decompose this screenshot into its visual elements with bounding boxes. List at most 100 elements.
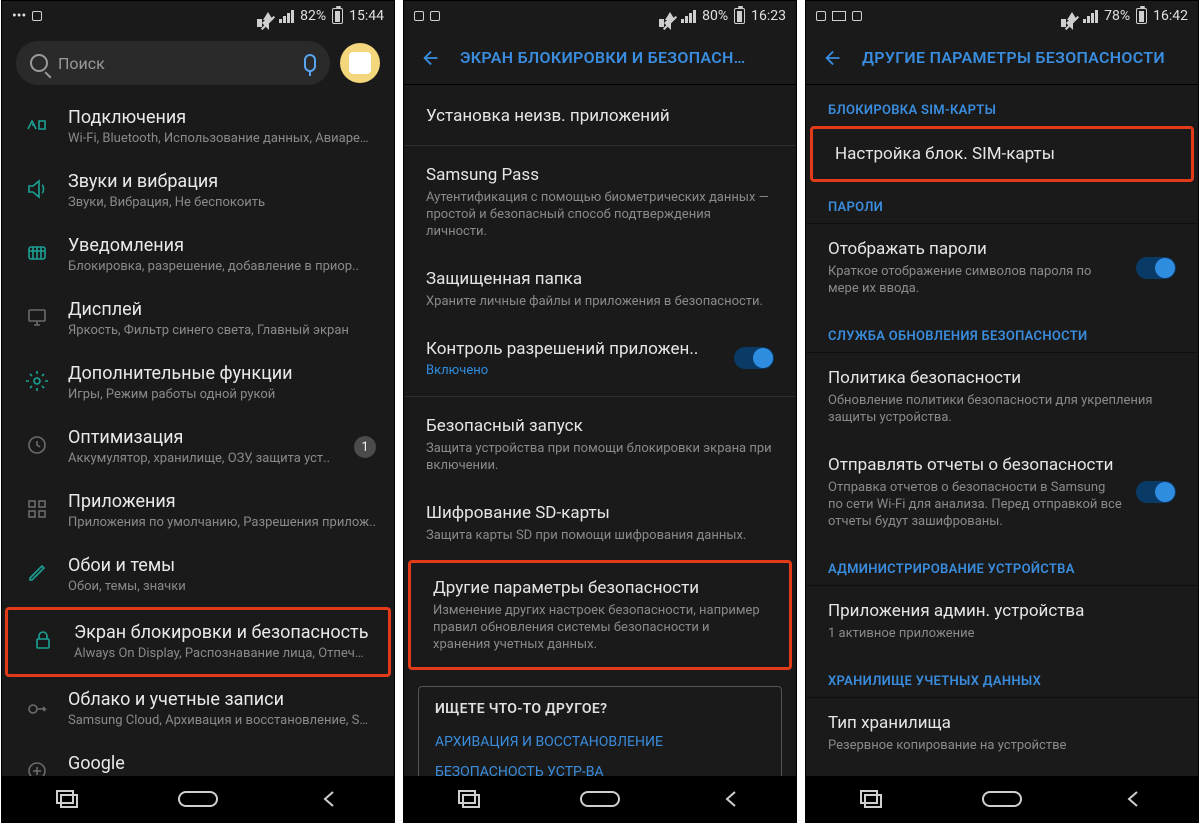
opt-title: Настройка блок. SIM-карты	[835, 143, 1169, 165]
nav-bar	[2, 776, 394, 822]
item-title: Оптимизация	[68, 427, 338, 449]
recents-button[interactable]	[47, 788, 87, 810]
opt-sub: Аутентификация с помощью биометрических …	[426, 189, 774, 240]
clock: 16:42	[1153, 8, 1188, 24]
opt-sub: Храните личные файлы и приложения в безо…	[426, 293, 774, 310]
back-button[interactable]	[711, 788, 751, 810]
divider	[404, 396, 796, 397]
opt-title: Безопасный запуск	[426, 415, 774, 437]
toggle-switch[interactable]	[1136, 257, 1176, 279]
back-button[interactable]	[309, 788, 349, 810]
toggle-switch[interactable]	[1136, 481, 1176, 503]
search-input[interactable]: Поиск	[16, 41, 330, 85]
item-cloud[interactable]: Облако и учетные записиSamsung Cloud, Ар…	[2, 677, 394, 741]
item-connections[interactable]: ПодключенияWi-Fi, Bluetooth, Использован…	[2, 95, 394, 159]
nav-bar	[404, 776, 796, 822]
screenshot-icon	[32, 11, 42, 21]
opt-secure-startup[interactable]: Безопасный запускЗащита устройства при п…	[404, 401, 796, 488]
opt-permission-monitor[interactable]: Контроль разрешений приложен.. Включено	[404, 324, 796, 392]
options-list: БЛОКИРОВКА SIM-КАРТЫ Настройка блок. SIM…	[806, 85, 1198, 776]
recents-button[interactable]	[449, 788, 489, 810]
item-title: Дисплей	[68, 299, 376, 321]
lock-icon	[28, 625, 58, 655]
mail-icon	[832, 11, 846, 21]
opt-admin-apps[interactable]: Приложения админ. устройства1 активное п…	[806, 586, 1198, 656]
back-button[interactable]	[1113, 788, 1153, 810]
search-row: Поиск	[2, 31, 394, 95]
connections-icon	[22, 110, 52, 140]
item-apps[interactable]: ПриложенияПриложения по умолчанию, Разре…	[2, 479, 394, 543]
status-bar: 80% 16:23	[404, 1, 796, 31]
item-maintenance[interactable]: ОптимизацияАккумулятор, хранилище, ОЗУ, …	[2, 415, 394, 479]
recents-button[interactable]	[851, 788, 891, 810]
opt-secure-folder[interactable]: Защищенная папкаХраните личные файлы и п…	[404, 254, 796, 324]
avatar[interactable]	[340, 43, 380, 83]
opt-title: Установка неизв. приложений	[426, 105, 774, 127]
item-title: Google	[68, 753, 376, 775]
battery-pct: 82%	[300, 8, 326, 24]
item-title: Экран блокировки и безопасность	[74, 622, 370, 644]
opt-title: Политика безопасности	[828, 367, 1176, 389]
display-icon	[22, 302, 52, 332]
back-icon[interactable]	[820, 44, 848, 72]
item-sub: Приложения по умолчанию, Разрешения прил…	[68, 515, 376, 531]
clock: 16:23	[751, 8, 786, 24]
signal-bars-icon	[1083, 10, 1098, 23]
back-icon[interactable]	[418, 44, 446, 72]
look-link-backup[interactable]: АРХИВАЦИЯ И ВОССТАНОВЛЕНИЕ	[435, 727, 765, 757]
opt-security-policy[interactable]: Политика безопасности Обновление политики…	[806, 353, 1198, 440]
home-button[interactable]	[178, 788, 218, 810]
opt-sub: Изменение других настроек безопасности, …	[433, 602, 767, 653]
home-button[interactable]	[982, 788, 1022, 810]
item-title: Подключения	[68, 107, 376, 129]
item-sounds[interactable]: Звуки и вибрацияЗвуки, Вибрация, Не бесп…	[2, 159, 394, 223]
opt-other-security[interactable]: Другие параметры безопасности Изменение д…	[411, 563, 789, 667]
item-display[interactable]: Дисплей Яркость, Фильтр синего света, Гла…	[2, 287, 394, 351]
opt-sub: Защита карты SD при помощи шифрования да…	[426, 527, 774, 544]
battery-pct: 80%	[702, 8, 728, 24]
opt-sub: Обновление политики безопасности для укр…	[828, 392, 1176, 426]
opt-sim-lock[interactable]: Настройка блок. SIM-карты	[813, 129, 1191, 179]
opt-samsung-pass[interactable]: Samsung PassАутентификация с помощью био…	[404, 150, 796, 254]
more-icon: •••	[12, 8, 26, 24]
phone-settings-main: ••• 82% 15:44 Поиск ПодключенияWi-Fi, Bl…	[1, 0, 395, 823]
opt-send-reports[interactable]: Отправлять отчеты о безопасности Отправка…	[806, 440, 1198, 544]
item-google[interactable]: GoogleНастройки Google	[2, 741, 394, 776]
item-wallpapers[interactable]: Обои и темыОбои, темы, значки	[2, 543, 394, 607]
page-header: ЭКРАН БЛОКИРОВКИ И БЕЗОПАСНОСТЬ	[404, 31, 796, 85]
opt-state: Включено	[426, 363, 720, 378]
opt-title: Приложения админ. устройства	[828, 600, 1176, 622]
google-icon	[22, 756, 52, 776]
notifications-icon	[22, 238, 52, 268]
toggle-switch[interactable]	[734, 347, 774, 369]
opt-sub: Отправка отчетов о безопасности в Samsun…	[828, 479, 1122, 530]
mic-icon[interactable]	[304, 54, 316, 72]
phone-lockscreen-security: 80% 16:23 ЭКРАН БЛОКИРОВКИ И БЕЗОПАСНОСТ…	[403, 0, 797, 823]
divider	[404, 145, 796, 146]
opt-storage-type[interactable]: Тип хранилищаРезервное копирование на ус…	[806, 698, 1198, 768]
opt-sub: Краткое отображение символов пароля по м…	[828, 263, 1122, 297]
item-advanced[interactable]: Дополнительные функцииИгры, Режим работы…	[2, 351, 394, 415]
opt-show-passwords[interactable]: Отображать паролиКраткое отображение сим…	[806, 224, 1198, 311]
search-icon[interactable]	[760, 47, 782, 69]
badge-count: 1	[354, 436, 376, 458]
home-button[interactable]	[580, 788, 620, 810]
item-sub: Яркость, Фильтр синего света, Главный эк…	[68, 323, 376, 339]
screenshot-icon	[414, 11, 424, 21]
opt-title: Отправлять отчеты о безопасности	[828, 454, 1122, 476]
item-notifications[interactable]: УведомленияБлокировка, разрешение, добав…	[2, 223, 394, 287]
status-bar: 78% 16:42	[806, 1, 1198, 31]
opt-encrypt-sd[interactable]: Шифрование SD-картыЗащита карты SD при п…	[404, 488, 796, 558]
options-list: Установка неизв. приложений Samsung Pass…	[404, 85, 796, 776]
opt-title: Другие параметры безопасности	[433, 577, 767, 599]
item-sub: Samsung Cloud, Архивация и восстановлени…	[68, 713, 376, 729]
battery-icon	[734, 8, 745, 24]
opt-title: Контроль разрешений приложен..	[426, 338, 720, 360]
settings-list: ПодключенияWi-Fi, Bluetooth, Использован…	[2, 95, 394, 776]
look-link-device-security[interactable]: БЕЗОПАСНОСТЬ УСТР-ВА	[435, 757, 765, 776]
opt-title: Тип хранилища	[828, 712, 1176, 734]
section-cred-storage: ХРАНИЛИЩЕ УЧЕТНЫХ ДАННЫХ	[806, 656, 1198, 697]
opt-unknown-apps[interactable]: Установка неизв. приложений	[404, 91, 796, 141]
item-lockscreen-security[interactable]: Экран блокировки и безопасностьAlways On…	[8, 610, 388, 674]
sound-icon	[22, 174, 52, 204]
